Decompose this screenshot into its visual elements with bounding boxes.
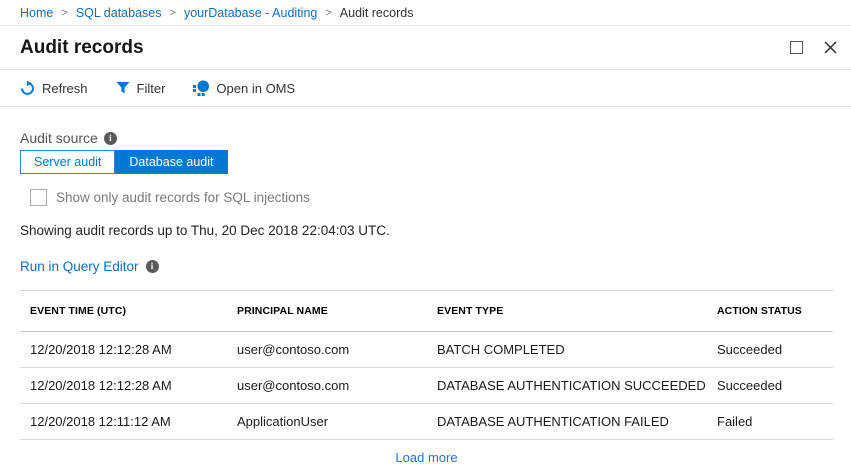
open-in-oms-button[interactable]: Open in OMS bbox=[193, 80, 295, 96]
event-time-cell: 12/20/2018 12:12:28 AM bbox=[20, 368, 227, 404]
database-audit-toggle[interactable]: Database audit bbox=[115, 150, 227, 174]
maximize-icon[interactable] bbox=[790, 41, 803, 54]
breadcrumb-audit-records: Audit records bbox=[340, 6, 414, 20]
table-row[interactable]: 12/20/2018 12:12:28 AM user@contoso.com … bbox=[20, 368, 833, 404]
principal-name-cell: user@contoso.com bbox=[227, 332, 427, 368]
audit-source-toggle: Server audit Database audit bbox=[20, 150, 228, 174]
column-header-event-type: EVENT TYPE bbox=[427, 291, 707, 332]
column-header-event-time: EVENT TIME (UTC) bbox=[20, 291, 227, 332]
refresh-icon bbox=[20, 81, 35, 96]
event-type-cell: DATABASE AUTHENTICATION SUCCEEDED bbox=[427, 368, 707, 404]
close-icon[interactable] bbox=[824, 41, 837, 54]
run-in-query-editor-link[interactable]: Run in Query Editor bbox=[20, 259, 139, 274]
action-status-cell: Succeeded bbox=[707, 332, 833, 368]
breadcrumb-separator: > bbox=[61, 7, 67, 19]
filter-icon bbox=[116, 81, 130, 95]
breadcrumb-home[interactable]: Home bbox=[20, 6, 53, 20]
breadcrumb-separator: > bbox=[170, 7, 176, 19]
breadcrumb-separator: > bbox=[325, 7, 331, 19]
load-more-link[interactable]: Load more bbox=[395, 450, 457, 465]
breadcrumb-sql-databases[interactable]: SQL databases bbox=[76, 6, 162, 20]
blade-content: Audit source i Server audit Database aud… bbox=[0, 130, 851, 467]
audit-source-label: Audit source bbox=[20, 130, 98, 146]
breadcrumb-database-auditing[interactable]: yourDatabase - Auditing bbox=[184, 6, 317, 20]
refresh-button[interactable]: Refresh bbox=[20, 81, 88, 96]
column-header-principal-name: PRINCIPAL NAME bbox=[227, 291, 427, 332]
action-status-cell: Succeeded bbox=[707, 368, 833, 404]
filter-label: Filter bbox=[137, 81, 166, 96]
open-in-oms-label: Open in OMS bbox=[216, 81, 295, 96]
column-header-action-status: ACTION STATUS bbox=[707, 291, 833, 332]
filter-button[interactable]: Filter bbox=[116, 81, 166, 96]
sql-injections-checkbox[interactable] bbox=[30, 189, 47, 206]
info-icon[interactable]: i bbox=[104, 132, 117, 145]
event-type-cell: BATCH COMPLETED bbox=[427, 332, 707, 368]
audit-records-table: EVENT TIME (UTC) PRINCIPAL NAME EVENT TY… bbox=[20, 290, 833, 440]
command-bar: Refresh Filter Open in OMS bbox=[0, 70, 851, 107]
principal-name-cell: user@contoso.com bbox=[227, 368, 427, 404]
event-time-cell: 12/20/2018 12:12:28 AM bbox=[20, 332, 227, 368]
page-title: Audit records bbox=[20, 37, 144, 59]
server-audit-toggle[interactable]: Server audit bbox=[20, 150, 115, 174]
action-status-cell: Failed bbox=[707, 404, 833, 440]
records-status-text: Showing audit records up to Thu, 20 Dec … bbox=[20, 223, 833, 238]
oms-icon bbox=[193, 80, 209, 96]
principal-name-cell: ApplicationUser bbox=[227, 404, 427, 440]
info-icon[interactable]: i bbox=[146, 260, 159, 273]
event-time-cell: 12/20/2018 12:11:12 AM bbox=[20, 404, 227, 440]
table-row[interactable]: 12/20/2018 12:12:28 AM user@contoso.com … bbox=[20, 332, 833, 368]
table-header-row: EVENT TIME (UTC) PRINCIPAL NAME EVENT TY… bbox=[20, 291, 833, 332]
event-type-cell: DATABASE AUTHENTICATION FAILED bbox=[427, 404, 707, 440]
refresh-label: Refresh bbox=[42, 81, 88, 96]
sql-injections-checkbox-label: Show only audit records for SQL injectio… bbox=[56, 190, 310, 205]
blade-header: Audit records bbox=[0, 26, 851, 70]
table-row[interactable]: 12/20/2018 12:11:12 AM ApplicationUser D… bbox=[20, 404, 833, 440]
breadcrumb: Home > SQL databases > yourDatabase - Au… bbox=[0, 0, 851, 26]
